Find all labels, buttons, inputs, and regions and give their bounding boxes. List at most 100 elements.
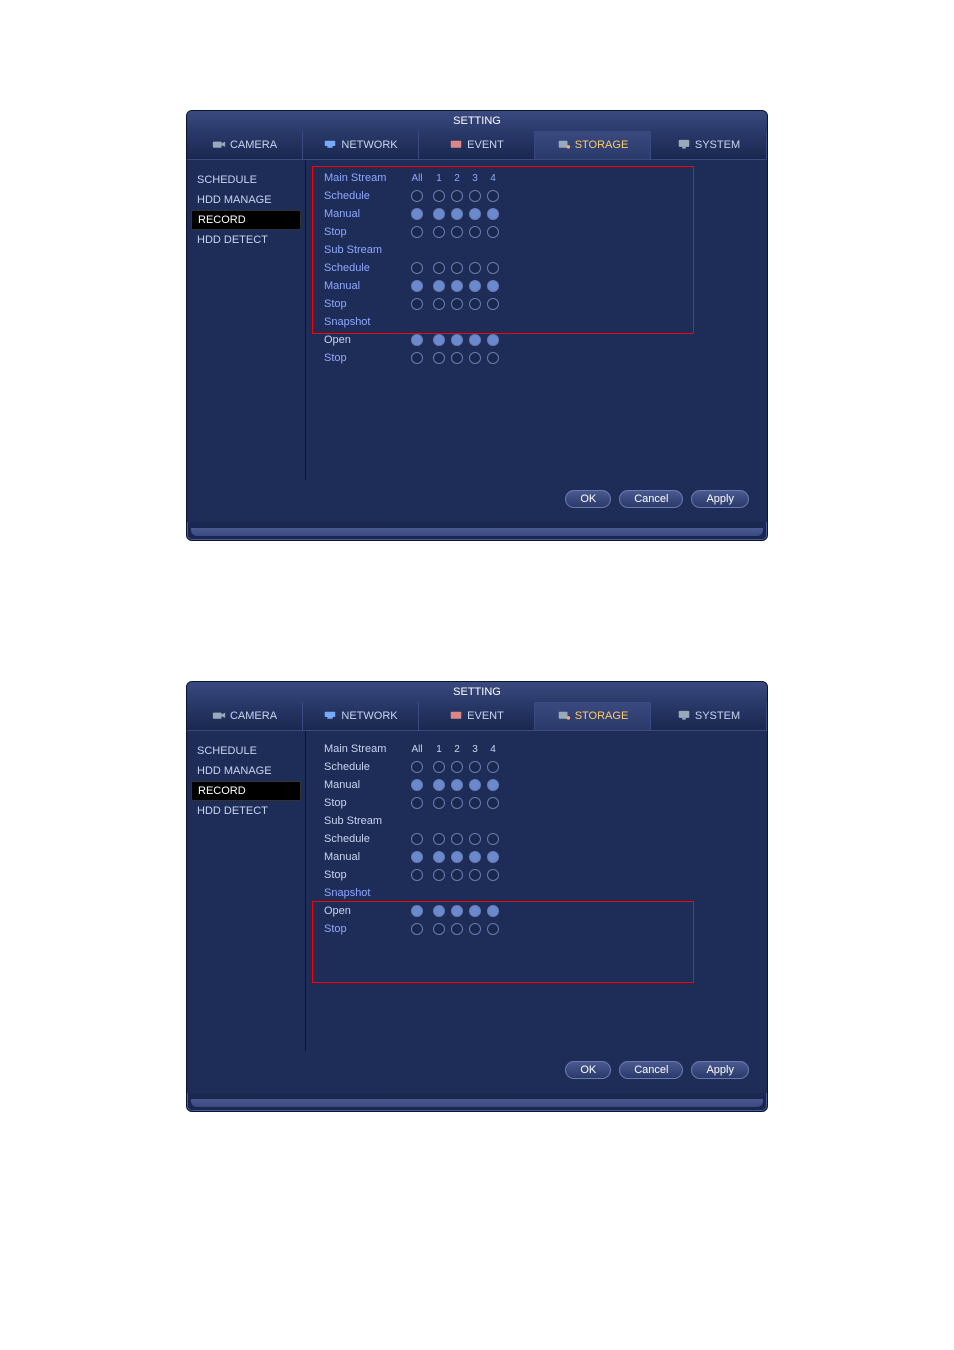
radio-main-schedule-4[interactable] bbox=[487, 761, 499, 773]
radio-sub-manual-1[interactable] bbox=[433, 280, 445, 292]
ok-button[interactable]: OK bbox=[565, 490, 611, 508]
cancel-button[interactable]: Cancel bbox=[619, 490, 683, 508]
radio-main-stop-2[interactable] bbox=[451, 226, 463, 238]
radio-main-schedule-all[interactable] bbox=[411, 761, 423, 773]
radio-snap-stop-4[interactable] bbox=[487, 923, 499, 935]
radio-sub-stop-4[interactable] bbox=[487, 298, 499, 310]
sidebar-item-schedule[interactable]: SCHEDULE bbox=[187, 170, 305, 190]
radio-main-schedule-3[interactable] bbox=[469, 190, 481, 202]
radio-sub-stop-3[interactable] bbox=[469, 869, 481, 881]
radio-snap-open-4[interactable] bbox=[487, 334, 499, 346]
sidebar-item-hdd-detect[interactable]: HDD DETECT bbox=[187, 230, 305, 250]
radio-main-stop-3[interactable] bbox=[469, 226, 481, 238]
radio-main-manual-all[interactable] bbox=[411, 208, 423, 220]
radio-main-schedule-1[interactable] bbox=[433, 190, 445, 202]
radio-sub-manual-4[interactable] bbox=[487, 280, 499, 292]
radio-sub-manual-all[interactable] bbox=[411, 280, 423, 292]
radio-main-manual-3[interactable] bbox=[469, 208, 481, 220]
radio-main-schedule-2[interactable] bbox=[451, 190, 463, 202]
sidebar-item-hdd-manage[interactable]: HDD MANAGE bbox=[187, 761, 305, 781]
apply-button[interactable]: Apply bbox=[691, 1061, 749, 1079]
radio-snap-open-4[interactable] bbox=[487, 905, 499, 917]
tab-system[interactable]: SYSTEM bbox=[651, 131, 767, 159]
radio-main-schedule-1[interactable] bbox=[433, 761, 445, 773]
tab-system[interactable]: SYSTEM bbox=[651, 702, 767, 730]
radio-snap-stop-1[interactable] bbox=[433, 352, 445, 364]
radio-snap-open-1[interactable] bbox=[433, 334, 445, 346]
tab-storage[interactable]: STORAGE bbox=[535, 131, 651, 159]
radio-main-schedule-2[interactable] bbox=[451, 761, 463, 773]
radio-main-stop-3[interactable] bbox=[469, 797, 481, 809]
ok-button[interactable]: OK bbox=[565, 1061, 611, 1079]
radio-main-schedule-3[interactable] bbox=[469, 761, 481, 773]
radio-main-manual-3[interactable] bbox=[469, 779, 481, 791]
radio-sub-manual-4[interactable] bbox=[487, 851, 499, 863]
radio-sub-manual-2[interactable] bbox=[451, 851, 463, 863]
radio-sub-schedule-1[interactable] bbox=[433, 833, 445, 845]
tab-event[interactable]: EVENT bbox=[419, 131, 535, 159]
radio-snap-open-3[interactable] bbox=[469, 905, 481, 917]
radio-sub-stop-all[interactable] bbox=[411, 298, 423, 310]
radio-main-schedule-all[interactable] bbox=[411, 190, 423, 202]
radio-main-manual-all[interactable] bbox=[411, 779, 423, 791]
radio-main-stop-4[interactable] bbox=[487, 797, 499, 809]
tab-storage[interactable]: STORAGE bbox=[535, 702, 651, 730]
sidebar-item-schedule[interactable]: SCHEDULE bbox=[187, 741, 305, 761]
radio-sub-schedule-all[interactable] bbox=[411, 262, 423, 274]
radio-sub-stop-1[interactable] bbox=[433, 298, 445, 310]
tab-network[interactable]: NETWORK bbox=[303, 702, 419, 730]
radio-snap-stop-3[interactable] bbox=[469, 352, 481, 364]
radio-sub-manual-all[interactable] bbox=[411, 851, 423, 863]
radio-sub-stop-all[interactable] bbox=[411, 869, 423, 881]
radio-sub-manual-3[interactable] bbox=[469, 280, 481, 292]
radio-sub-stop-1[interactable] bbox=[433, 869, 445, 881]
radio-sub-manual-3[interactable] bbox=[469, 851, 481, 863]
radio-main-manual-2[interactable] bbox=[451, 208, 463, 220]
radio-main-manual-2[interactable] bbox=[451, 779, 463, 791]
cancel-button[interactable]: Cancel bbox=[619, 1061, 683, 1079]
radio-snap-open-all[interactable] bbox=[411, 905, 423, 917]
radio-snap-open-all[interactable] bbox=[411, 334, 423, 346]
radio-main-stop-4[interactable] bbox=[487, 226, 499, 238]
radio-sub-schedule-4[interactable] bbox=[487, 833, 499, 845]
radio-sub-stop-4[interactable] bbox=[487, 869, 499, 881]
sidebar-item-hdd-detect[interactable]: HDD DETECT bbox=[187, 801, 305, 821]
radio-main-manual-1[interactable] bbox=[433, 208, 445, 220]
apply-button[interactable]: Apply bbox=[691, 490, 749, 508]
sidebar-item-hdd-manage[interactable]: HDD MANAGE bbox=[187, 190, 305, 210]
radio-main-stop-1[interactable] bbox=[433, 226, 445, 238]
sidebar-item-record[interactable]: RECORD bbox=[191, 781, 301, 801]
radio-snap-stop-all[interactable] bbox=[411, 352, 423, 364]
radio-snap-open-2[interactable] bbox=[451, 334, 463, 346]
radio-sub-schedule-1[interactable] bbox=[433, 262, 445, 274]
radio-main-stop-2[interactable] bbox=[451, 797, 463, 809]
radio-snap-stop-2[interactable] bbox=[451, 923, 463, 935]
radio-sub-stop-2[interactable] bbox=[451, 298, 463, 310]
radio-snap-stop-3[interactable] bbox=[469, 923, 481, 935]
radio-snap-stop-4[interactable] bbox=[487, 352, 499, 364]
tab-camera[interactable]: CAMERA bbox=[187, 702, 303, 730]
tab-network[interactable]: NETWORK bbox=[303, 131, 419, 159]
radio-main-stop-1[interactable] bbox=[433, 797, 445, 809]
radio-main-schedule-4[interactable] bbox=[487, 190, 499, 202]
radio-snap-stop-1[interactable] bbox=[433, 923, 445, 935]
radio-sub-schedule-3[interactable] bbox=[469, 262, 481, 274]
radio-sub-schedule-all[interactable] bbox=[411, 833, 423, 845]
radio-main-manual-4[interactable] bbox=[487, 779, 499, 791]
radio-sub-schedule-2[interactable] bbox=[451, 262, 463, 274]
radio-main-manual-4[interactable] bbox=[487, 208, 499, 220]
tab-event[interactable]: EVENT bbox=[419, 702, 535, 730]
radio-snap-open-1[interactable] bbox=[433, 905, 445, 917]
sidebar-item-record[interactable]: RECORD bbox=[191, 210, 301, 230]
radio-snap-stop-all[interactable] bbox=[411, 923, 423, 935]
radio-snap-open-3[interactable] bbox=[469, 334, 481, 346]
radio-sub-stop-2[interactable] bbox=[451, 869, 463, 881]
radio-main-manual-1[interactable] bbox=[433, 779, 445, 791]
radio-sub-schedule-4[interactable] bbox=[487, 262, 499, 274]
radio-main-stop-all[interactable] bbox=[411, 797, 423, 809]
radio-sub-schedule-3[interactable] bbox=[469, 833, 481, 845]
radio-sub-manual-2[interactable] bbox=[451, 280, 463, 292]
radio-main-stop-all[interactable] bbox=[411, 226, 423, 238]
radio-sub-manual-1[interactable] bbox=[433, 851, 445, 863]
tab-camera[interactable]: CAMERA bbox=[187, 131, 303, 159]
